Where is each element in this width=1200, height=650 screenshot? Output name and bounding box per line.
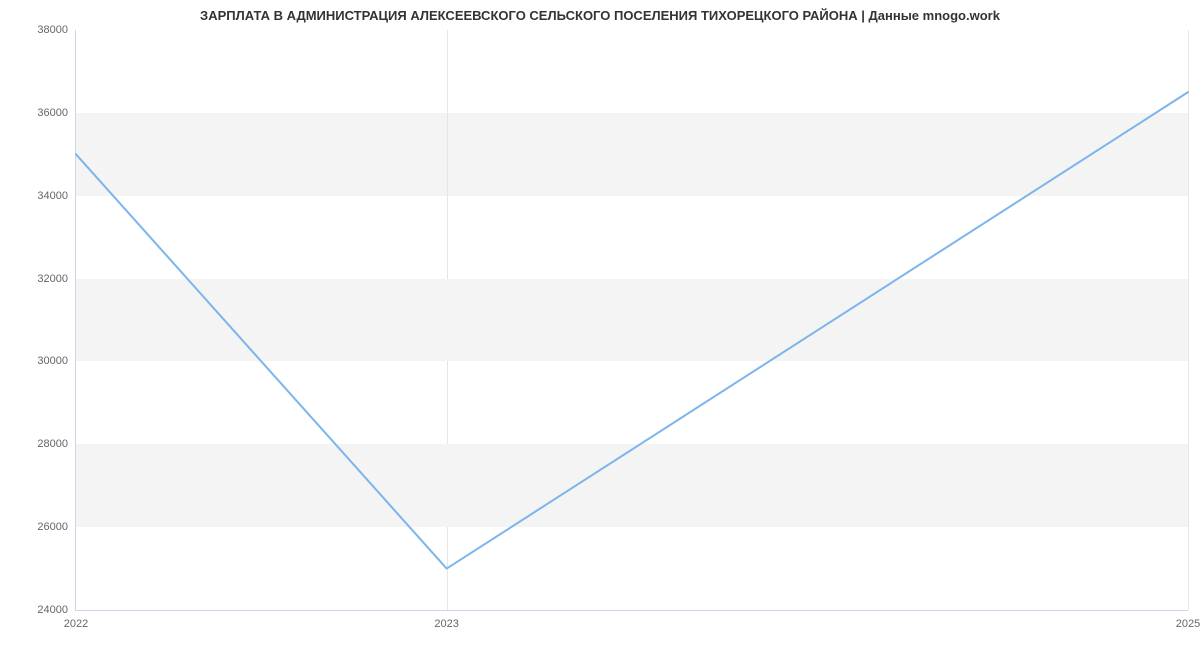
chart-title: ЗАРПЛАТА В АДМИНИСТРАЦИЯ АЛЕКСЕЕВСКОГО С… [0, 8, 1200, 23]
x-axis-tick: 2022 [64, 618, 88, 630]
x-axis-tick: 2023 [434, 618, 458, 630]
y-axis-tick: 36000 [37, 107, 76, 119]
grid-line-vertical [1188, 30, 1189, 610]
y-axis-tick: 34000 [37, 190, 76, 202]
y-axis-tick: 32000 [37, 273, 76, 285]
y-axis-tick: 38000 [37, 24, 76, 36]
chart-container: ЗАРПЛАТА В АДМИНИСТРАЦИЯ АЛЕКСЕЕВСКОГО С… [0, 0, 1200, 650]
data-line [76, 92, 1188, 568]
y-axis-tick: 26000 [37, 521, 76, 533]
y-axis-tick: 30000 [37, 355, 76, 367]
plot-area: 2400026000280003000032000340003600038000… [75, 30, 1188, 611]
line-chart-svg [76, 30, 1188, 610]
y-axis-tick: 24000 [37, 604, 76, 616]
x-axis-tick: 2025 [1176, 618, 1200, 630]
y-axis-tick: 28000 [37, 438, 76, 450]
